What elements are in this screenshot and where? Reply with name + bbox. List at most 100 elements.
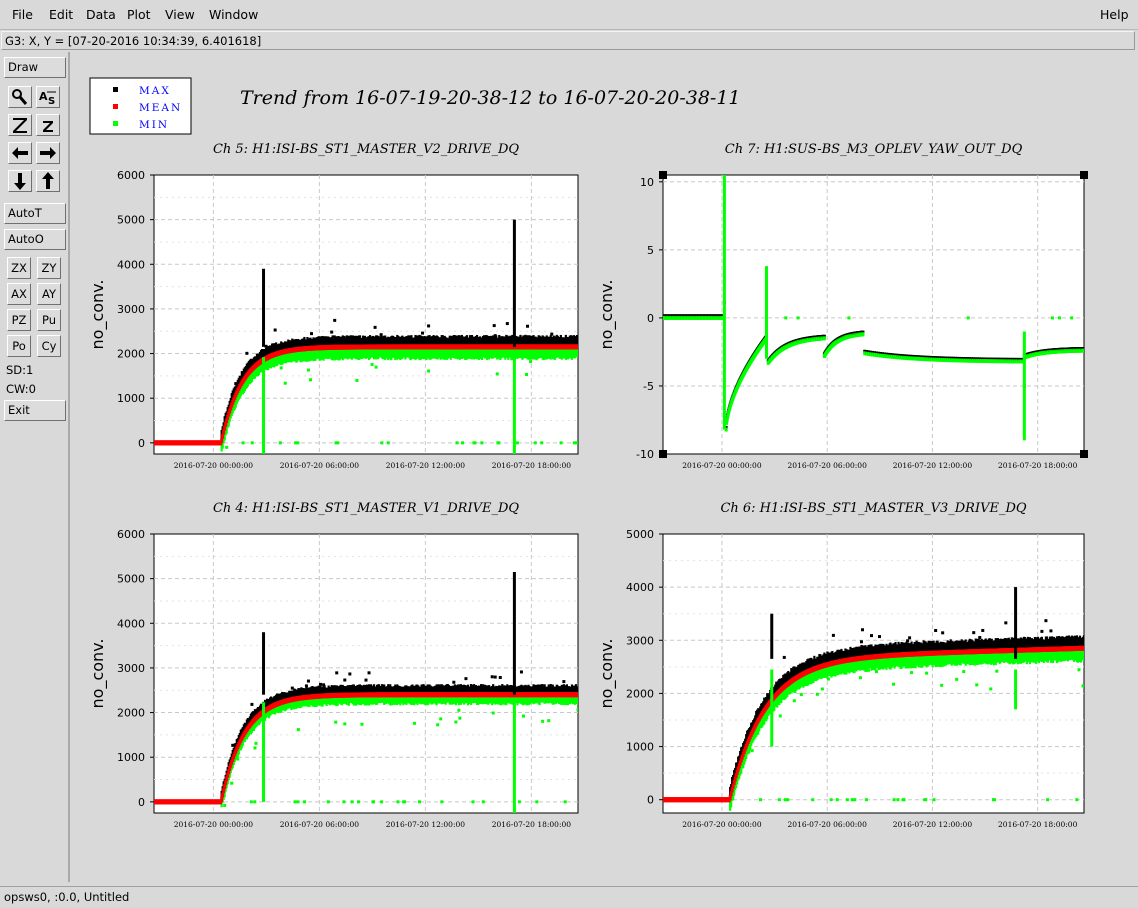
y-tick-label: 2000 [117, 348, 145, 361]
min-outlier [254, 741, 258, 745]
min-zero-point [574, 441, 578, 445]
menu-bar: File Edit Data Plot View Window Help [0, 0, 1138, 30]
y-tick-label: 5000 [626, 528, 654, 541]
zoom-big-button[interactable] [8, 114, 32, 136]
menu-data[interactable]: Data [86, 7, 116, 22]
pan-left-button[interactable] [8, 142, 32, 164]
y-tick-label: 4000 [626, 581, 654, 594]
x-tick-label: 2016-07-20 00:00:00 [174, 461, 254, 470]
min-outlier [815, 692, 819, 696]
y-axis-label: no_conv. [597, 639, 617, 709]
min-zero-point [418, 800, 422, 804]
min-outlier [792, 699, 796, 703]
min-outlier [306, 368, 310, 372]
min-point [1082, 348, 1084, 353]
legend-mean-label: MEAN [139, 102, 182, 114]
min-outlier [521, 714, 525, 718]
y-tick-label: 2000 [626, 687, 654, 700]
zero-point [796, 316, 800, 320]
min-outlier [1077, 668, 1081, 672]
min-zero-point [380, 441, 384, 445]
min-outlier [343, 722, 347, 726]
min-outlier [308, 378, 312, 382]
y-tick-label: 1000 [117, 392, 145, 405]
pan-right-button[interactable] [36, 142, 60, 164]
min-zero-point [294, 441, 298, 445]
pan-down-button[interactable] [8, 170, 32, 192]
min-outlier [225, 445, 229, 449]
min-zero-point [517, 800, 521, 804]
y-tick-label: -5 [643, 380, 654, 393]
menu-window[interactable]: Window [209, 7, 258, 22]
min-outlier [778, 714, 782, 718]
min-outlier [283, 381, 287, 385]
max-outlier [906, 639, 910, 643]
x-tick-label: 2016-07-20 06:00:00 [280, 461, 360, 470]
po-button[interactable]: Po [7, 335, 31, 357]
min-outlier [750, 749, 754, 753]
corner-marker [1080, 171, 1088, 179]
trend-plot-canvas: MAX MEAN MIN Trend from 16-07-19-20-38-1… [88, 77, 1088, 829]
max-outlier [492, 324, 496, 328]
max-outlier [498, 676, 502, 680]
chart-title: Ch 4: H1:ISI-BS_ST1_MASTER_V1_DRIVE_DQ [213, 501, 519, 516]
max-outlier [306, 679, 310, 683]
min-zero-point [350, 800, 354, 804]
menu-plot[interactable]: Plot [127, 7, 151, 22]
max-outlier [941, 631, 945, 635]
min-outlier [454, 720, 458, 724]
pu-button[interactable]: Pu [37, 309, 61, 331]
autot-button[interactable]: AutoT [4, 203, 66, 224]
exit-button[interactable]: Exit [4, 400, 66, 421]
max-outlier [972, 631, 976, 635]
ay-button[interactable]: AY [37, 283, 61, 305]
pz-button[interactable]: PZ [7, 309, 31, 331]
max-outlier [981, 628, 985, 632]
x-tick-label: 2016-07-20 06:00:00 [280, 820, 360, 829]
magnify-button[interactable] [8, 86, 32, 108]
min-zero-point [402, 800, 406, 804]
min-zero-point [241, 441, 245, 445]
y-tick-label: 0 [138, 437, 145, 450]
min-outlier [296, 728, 300, 732]
min-zero-point [481, 800, 485, 804]
min-zero-point [563, 800, 567, 804]
autoo-button[interactable]: AutoO [4, 229, 66, 250]
max-outlier [519, 670, 523, 674]
max-outlier [373, 325, 377, 329]
zero-point [784, 316, 788, 320]
zx-button[interactable]: ZX [7, 257, 31, 279]
min-zero-point [496, 441, 500, 445]
menu-edit[interactable]: Edit [49, 7, 73, 22]
min-zero-point [455, 441, 459, 445]
menu-help[interactable]: Help [1100, 7, 1129, 22]
ax-button[interactable]: AX [7, 283, 31, 305]
draw-button[interactable]: Draw [4, 57, 66, 78]
pan-up-button[interactable] [36, 170, 60, 192]
x-tick-label: 2016-07-20 00:00:00 [682, 820, 762, 829]
zoom-small-button[interactable] [36, 114, 60, 136]
max-outlier [978, 636, 982, 640]
plot-area: MAX MEAN MIN Trend from 16-07-19-20-38-1… [72, 52, 1138, 882]
x-tick-label: 2016-07-20 12:00:00 [386, 820, 466, 829]
legend-min-marker [113, 121, 118, 126]
text-tool-button[interactable]: AS [36, 86, 60, 108]
text-label-icon: AS [39, 90, 56, 107]
zy-button[interactable]: ZY [37, 257, 61, 279]
cy-button[interactable]: Cy [37, 335, 61, 357]
min-outlier [940, 683, 944, 687]
min-outlier [826, 677, 830, 681]
min-zero-point [380, 800, 384, 804]
max-outlier [782, 655, 786, 659]
menu-file[interactable]: File [12, 7, 33, 22]
y-tick-label: 10 [640, 176, 654, 189]
zero-point [1050, 316, 1054, 320]
min-outlier [910, 671, 914, 675]
x-tick-label: 2016-07-20 12:00:00 [893, 461, 973, 470]
min-zero-point [515, 441, 519, 445]
menu-view[interactable]: View [165, 7, 195, 22]
min-outlier [525, 372, 529, 376]
zoom-z-small-icon [43, 121, 53, 132]
min-point [861, 332, 865, 337]
min-zero-point [334, 441, 338, 445]
